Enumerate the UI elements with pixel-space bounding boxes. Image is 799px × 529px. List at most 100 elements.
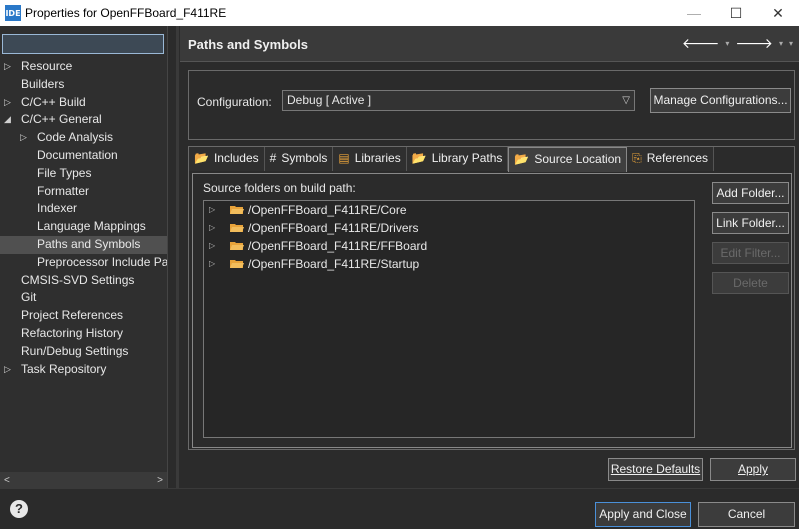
sidebar-item[interactable]: Formatter (0, 183, 167, 201)
tab-label: Libraries (354, 151, 401, 165)
dialog-button-bar: ? Apply and Close Cancel (0, 488, 799, 529)
sidebar-item[interactable]: Language Mappings (0, 218, 167, 236)
sidebar-item[interactable]: Indexer (0, 200, 167, 218)
view-menu-icon[interactable]: ▾ (789, 39, 793, 48)
folder-icon (230, 224, 244, 232)
tab-library-paths[interactable]: 📂 Library Paths (406, 147, 509, 171)
splitter[interactable] (176, 26, 179, 488)
cancel-button[interactable]: Cancel (698, 502, 795, 527)
source-folder-path: /OpenFFBoard_F411RE/Drivers (248, 221, 419, 235)
sidebar-item-label: C/C++ General (21, 112, 102, 127)
expand-toggle-icon[interactable]: ▷ (209, 201, 215, 219)
sidebar-item[interactable]: ◢ C/C++ General (0, 111, 167, 129)
tab-libraries[interactable]: ▤ Libraries (333, 147, 407, 171)
folder-icon: 📂 (514, 152, 530, 166)
source-folder-path: /OpenFFBoard_F411RE/Core (248, 203, 407, 217)
manage-configurations-button[interactable]: Manage Configurations... (650, 88, 791, 113)
sidebar-item-label: Documentation (37, 147, 118, 162)
back-menu-icon[interactable]: ▾ (725, 39, 729, 48)
restore-defaults-label: Restore Defaults (610, 462, 701, 476)
sidebar-item[interactable]: Project References (0, 307, 167, 325)
navigation-arrows: 🡐 ▾ 🡒 ▾ ▾ (682, 35, 793, 52)
page-title: Paths and Symbols (188, 37, 308, 52)
expand-toggle-icon[interactable]: ▷ (209, 219, 215, 237)
sidebar-item-label: C/C++ Build (21, 94, 86, 109)
window-controls: — ☐ ✕ (673, 0, 799, 26)
edit-filter-button[interactable]: Edit Filter... (712, 242, 789, 264)
minimize-button[interactable]: — (673, 0, 715, 26)
sidebar-item[interactable]: ▷ Task Repository (0, 361, 167, 379)
back-arrow-icon[interactable]: 🡐 (682, 35, 720, 52)
link-folder-button[interactable]: Link Folder... (712, 212, 789, 234)
ide-app-icon: IDE (5, 5, 21, 21)
sidebar-item[interactable]: Paths and Symbols (0, 235, 167, 254)
maximize-button[interactable]: ☐ (715, 0, 757, 26)
expand-toggle-icon[interactable]: ▷ (4, 58, 11, 76)
expand-toggle-icon[interactable]: ▷ (4, 94, 11, 112)
expand-toggle-icon[interactable]: ▷ (20, 129, 27, 147)
delete-button[interactable]: Delete (712, 272, 789, 294)
sidebar-item[interactable]: File Types (0, 165, 167, 183)
sidebar-item[interactable]: ▷ Code Analysis (0, 129, 167, 147)
folder-icon (230, 242, 244, 250)
configuration-label: Configuration: (197, 95, 272, 109)
list-item[interactable]: ▷ /OpenFFBoard_F411RE/Startup (204, 255, 694, 273)
sidebar-item-label: Code Analysis (37, 130, 114, 145)
sidebar-horizontal-scrollbar[interactable]: < > (0, 472, 167, 488)
sidebar-item[interactable]: CMSIS-SVD Settings (0, 272, 167, 290)
sidebar-item-label: Indexer (37, 201, 78, 216)
sidebar-item-label: Preprocessor Include Pat (37, 254, 167, 269)
configuration-value: Debug [ Active ] (287, 93, 372, 107)
apply-label: Apply (737, 462, 769, 476)
page-header: Paths and Symbols 🡐 ▾ 🡒 ▾ ▾ (180, 26, 799, 62)
filter-input[interactable] (2, 34, 164, 54)
sidebar-item-label: Language Mappings (37, 219, 146, 234)
tab-strip: 📂 Includes # Symbols ▤ Libraries 📂 Library Path… (189, 147, 715, 172)
close-button[interactable]: ✕ (757, 0, 799, 26)
apply-and-close-button[interactable]: Apply and Close (595, 502, 691, 527)
sidebar-item[interactable]: ▷ Resource (0, 58, 167, 76)
source-location-tab-body: Source folders on build path: ▷ /OpenFFBo… (192, 173, 792, 448)
source-folders-list[interactable]: ▷ /OpenFFBoard_F411RE/Core ▷ /OpenFFBoard_F… (203, 200, 695, 438)
restore-defaults-button[interactable]: Restore Defaults (608, 458, 703, 481)
folder-icon (230, 260, 244, 268)
sidebar-item[interactable]: Run/Debug Settings (0, 343, 167, 361)
help-icon[interactable]: ? (10, 500, 28, 518)
chevron-down-icon: ▽ (622, 95, 630, 106)
configuration-select[interactable]: Debug [ Active ] ▽ (282, 90, 635, 111)
list-item[interactable]: ▷ /OpenFFBoard_F411RE/Drivers (204, 219, 694, 237)
tab-source-location[interactable]: 📂 Source Location (508, 147, 628, 172)
list-item[interactable]: ▷ /OpenFFBoard_F411RE/Core (204, 201, 694, 219)
forward-menu-icon[interactable]: ▾ (779, 39, 783, 48)
scroll-right-icon[interactable]: > (157, 475, 163, 486)
apply-button[interactable]: Apply (710, 458, 796, 481)
sidebar-item-label: Refactoring History (21, 325, 124, 340)
expand-toggle-icon[interactable]: ▷ (209, 237, 215, 255)
configuration-panel: Configuration: Debug [ Active ] ▽ Manage… (188, 70, 795, 140)
tab-references[interactable]: ⎘ References (627, 147, 715, 171)
sidebar-item-label: Task Repository (21, 361, 107, 376)
sidebar-item-label: Run/Debug Settings (21, 343, 129, 358)
tab-label: Includes (213, 151, 259, 165)
scroll-left-icon[interactable]: < (4, 475, 10, 486)
tab-label: References (646, 151, 709, 165)
sidebar-item-label: Project References (21, 308, 124, 323)
hash-icon: # (269, 151, 277, 165)
sidebar-item[interactable]: Preprocessor Include Pat (0, 254, 167, 272)
expand-toggle-icon[interactable]: ◢ (4, 111, 11, 129)
tab-symbols[interactable]: # Symbols (264, 147, 334, 171)
expand-toggle-icon[interactable]: ▷ (209, 255, 215, 273)
list-item[interactable]: ▷ /OpenFFBoard_F411RE/FFBoard (204, 237, 694, 255)
sidebar-item-label: Builders (21, 76, 65, 91)
sidebar-item[interactable]: Builders (0, 76, 167, 94)
sidebar-item[interactable]: Git (0, 289, 167, 307)
expand-toggle-icon[interactable]: ▷ (4, 361, 11, 379)
add-folder-button[interactable]: Add Folder... (712, 182, 789, 204)
forward-arrow-icon[interactable]: 🡒 (735, 35, 773, 52)
sidebar-item[interactable]: Refactoring History (0, 325, 167, 343)
source-folder-path: /OpenFFBoard_F411RE/Startup (248, 257, 420, 271)
tab-includes[interactable]: 📂 Includes (189, 147, 265, 171)
sidebar-item[interactable]: ▷ C/C++ Build (0, 94, 167, 112)
sidebar-item[interactable]: Documentation (0, 147, 167, 165)
window-title: Properties for OpenFFBoard_F411RE (25, 6, 227, 20)
